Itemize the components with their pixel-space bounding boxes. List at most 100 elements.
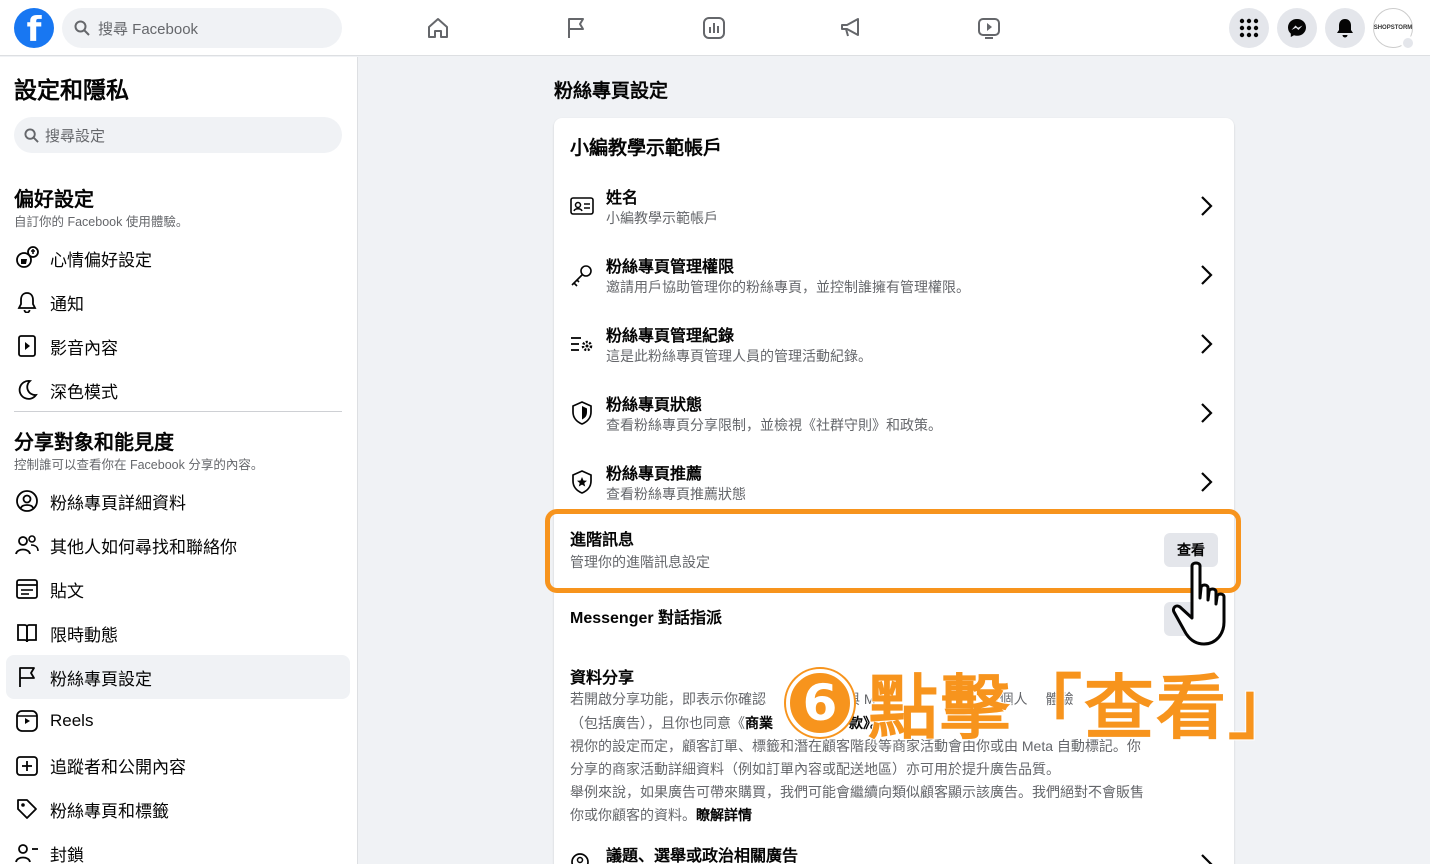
messenger-icon[interactable]: [1277, 8, 1317, 48]
sidebar-item-page-details[interactable]: 粉絲專頁詳細資料: [6, 479, 350, 523]
chevron-right-icon: [1201, 265, 1213, 285]
data-sharing-text: 舉例來說，如果廣告可帶來購買，我們可能會繼續向類似顧客顯示該廣告。我們絕對不會販…: [570, 784, 1144, 823]
search-icon: [74, 20, 90, 36]
learn-more-link[interactable]: 瞭解詳情: [696, 807, 752, 823]
chevron-right-icon: [1201, 403, 1213, 423]
sidebar-item-dark-mode[interactable]: 深色模式: [6, 368, 350, 412]
settings-search-input[interactable]: 搜尋設定: [14, 117, 342, 153]
followers-icon: [14, 752, 40, 778]
section-subtitle-preferences: 自訂你的 Facebook 使用體驗。: [14, 215, 189, 229]
chevron-down-icon[interactable]: [1401, 36, 1415, 50]
card-title: 小編教學示範帳戶: [570, 138, 723, 159]
sidebar-item-label: 粉絲專頁設定: [50, 669, 152, 689]
sidebar-item-reels[interactable]: Reels: [6, 699, 350, 743]
setting-title: 粉絲專頁狀態: [606, 397, 703, 414]
chevron-right-icon: [1201, 854, 1213, 864]
commercial-terms-link[interactable]: 商業: [745, 715, 773, 731]
chevron-right-icon: [1201, 334, 1213, 354]
sidebar-item-label: 心情偏好設定: [50, 250, 152, 270]
setting-row-page-status[interactable]: 粉絲專頁狀態 查看粉絲專頁分享限制，並檢視《社群守則》和政策。: [554, 387, 1234, 453]
facebook-logo[interactable]: f: [14, 8, 54, 48]
political-ads-icon: [568, 850, 596, 864]
reactions-icon: [14, 245, 40, 271]
video-icon[interactable]: [973, 12, 1005, 44]
shield-icon: [568, 399, 596, 427]
insights-icon[interactable]: [698, 12, 730, 44]
sidebar-item-find-and-contact[interactable]: 其他人如何尋找和聯絡你: [6, 523, 350, 567]
settings-sidebar: 設定和隱私 搜尋設定 偏好設定 自訂你的 Facebook 使用體驗。 心情偏好…: [0, 57, 358, 864]
setting-subtitle: 查看粉絲專頁推薦狀態: [606, 486, 746, 502]
menu-grid-icon[interactable]: [1229, 8, 1269, 48]
sidebar-item-label: Reels: [50, 711, 94, 730]
sidebar-item-label: 影音內容: [50, 338, 118, 358]
section-heading-preferences: 偏好設定: [14, 189, 94, 211]
sidebar-item-stories[interactable]: 限時動態: [6, 611, 350, 655]
tutorial-highlight-box: [545, 509, 1241, 593]
setting-subtitle: 邀請用戶協助管理你的粉絲專頁，並控制誰擁有管理權限。: [606, 279, 970, 295]
chevron-right-icon: [1201, 472, 1213, 492]
setting-title: 粉絲專頁管理紀錄: [606, 328, 735, 345]
home-icon[interactable]: [422, 12, 454, 44]
stories-icon: [14, 620, 40, 646]
sidebar-item-label: 封鎖: [50, 845, 84, 864]
setting-row-activity-log[interactable]: 粉絲專頁管理紀錄 這是此粉絲專頁管理人員的管理活動紀錄。: [554, 318, 1234, 384]
sidebar-item-posts[interactable]: 貼文: [6, 567, 350, 611]
step-instruction-text: 點擊「查看」: [867, 666, 1300, 750]
sidebar-item-label: 深色模式: [50, 382, 118, 402]
settings-search-placeholder: 搜尋設定: [45, 127, 106, 145]
activity-log-icon: [568, 330, 596, 358]
sidebar-item-blocking[interactable]: 封鎖: [6, 831, 350, 864]
section-subtitle-audience: 控制誰可以查看你在 Facebook 分享的內容。: [14, 458, 264, 472]
sidebar-item-reaction-preferences[interactable]: 心情偏好設定: [6, 236, 350, 280]
block-icon: [14, 840, 40, 864]
sidebar-item-media[interactable]: 影音內容: [6, 324, 350, 368]
people-icon: [14, 532, 40, 558]
sidebar-item-followers[interactable]: 追蹤者和公開內容: [6, 743, 350, 787]
id-card-icon: [568, 192, 596, 220]
reels-icon: [14, 708, 40, 734]
sidebar-item-label: 追蹤者和公開內容: [50, 757, 186, 777]
profile-icon: [14, 488, 40, 514]
setting-title: 粉絲專頁推薦: [606, 466, 703, 483]
chevron-right-icon: [1201, 196, 1213, 216]
setting-row-name[interactable]: 姓名 小編教學示範帳戶: [554, 180, 1234, 246]
data-sharing-text: （包括廣告），且你也同意《: [570, 715, 745, 731]
facebook-search-input[interactable]: 搜尋 Facebook: [62, 8, 342, 48]
flag-icon[interactable]: [560, 12, 592, 44]
media-icon: [14, 333, 40, 359]
setting-row-page-access[interactable]: 粉絲專頁管理權限 邀請用戶協助管理你的粉絲專頁，並控制誰擁有管理權限。: [554, 249, 1234, 315]
page-title: 粉絲專頁設定: [554, 81, 669, 102]
setting-title: 姓名: [606, 190, 639, 207]
setting-subtitle: 查看粉絲專頁分享限制，並檢視《社群守則》和政策。: [606, 417, 942, 433]
sidebar-item-page-settings[interactable]: 粉絲專頁設定: [6, 655, 350, 699]
hand-cursor-icon: [1172, 561, 1226, 646]
data-sharing-text: 若開啟分享功能，即表示你確認: [570, 691, 766, 707]
key-icon: [568, 261, 596, 289]
messenger-routing-title: Messenger 對話指派: [570, 610, 723, 627]
search-icon: [24, 127, 39, 143]
sidebar-item-label: 粉絲專頁詳細資料: [50, 493, 186, 513]
data-sharing-paragraph-3: 舉例來說，如果廣告可帶來購買，我們可能會繼續向類似顧客顯示該廣告。我們絕對不會販…: [570, 781, 1146, 827]
megaphone-icon[interactable]: [835, 12, 867, 44]
posts-icon: [14, 576, 40, 602]
bell-icon: [14, 289, 40, 315]
sidebar-item-notifications[interactable]: 通知: [6, 280, 350, 324]
setting-title: 議題、選舉或政治相關廣告: [606, 848, 799, 864]
badge-star-icon: [568, 468, 596, 496]
search-placeholder: 搜尋 Facebook: [98, 20, 199, 38]
setting-subtitle: 這是此粉絲專頁管理人員的管理活動紀錄。: [606, 348, 872, 364]
moon-icon: [14, 377, 40, 403]
sidebar-item-label: 其他人如何尋找和聯絡你: [50, 537, 237, 557]
sidebar-divider: [14, 411, 342, 412]
sidebar-item-label: 粉絲專頁和標籤: [50, 801, 169, 821]
sidebar-item-pages-and-tags[interactable]: 粉絲專頁和標籤: [6, 787, 350, 831]
sidebar-item-label: 限時動態: [50, 625, 118, 645]
sidebar-item-label: 通知: [50, 294, 84, 314]
tag-icon: [14, 796, 40, 822]
setting-row-political-ads[interactable]: 議題、選舉或政治相關廣告: [554, 838, 1234, 864]
top-navigation-bar: f 搜尋 Facebook SHOPSTORM: [0, 0, 1430, 56]
sidebar-item-label: 貼文: [50, 581, 84, 601]
notifications-icon[interactable]: [1325, 8, 1365, 48]
setting-subtitle: 小編教學示範帳戶: [606, 210, 718, 226]
data-sharing-title: 資料分享: [570, 670, 635, 687]
